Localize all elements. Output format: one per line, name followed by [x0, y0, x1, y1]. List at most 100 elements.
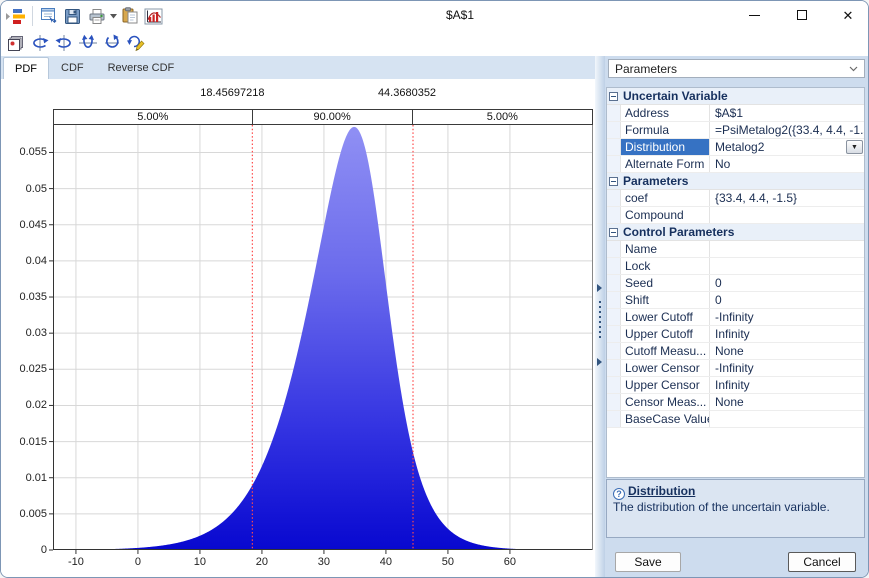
- chart-icon[interactable]: [142, 5, 165, 27]
- section-parameters[interactable]: Parameters: [607, 173, 864, 190]
- y-tick-label: 0.015: [1, 436, 47, 448]
- prop-row-lower-censor[interactable]: Lower Censor-Infinity: [607, 360, 864, 377]
- prop-row-distribution[interactable]: DistributionMetalog2▼: [607, 139, 864, 156]
- minimize-button[interactable]: [731, 1, 777, 29]
- prop-label[interactable]: Alternate Form: [621, 156, 710, 172]
- row-gutter: [607, 309, 621, 325]
- paste-icon[interactable]: [118, 5, 141, 27]
- section-control-parameters[interactable]: Control Parameters: [607, 224, 864, 241]
- prop-value[interactable]: [710, 207, 864, 223]
- prop-value[interactable]: Infinity: [710, 326, 864, 342]
- cancel-button[interactable]: Cancel: [788, 552, 856, 572]
- prop-label[interactable]: Upper Cutoff: [621, 326, 710, 342]
- print-icon[interactable]: [85, 5, 108, 27]
- percentile-band-cell-0: 5.00%: [54, 110, 253, 124]
- prop-label[interactable]: Distribution: [621, 139, 710, 155]
- prop-row-shift[interactable]: Shift0: [607, 292, 864, 309]
- prop-value[interactable]: {33.4, 4.4, -1.5}: [710, 190, 864, 206]
- prop-row-upper-cutoff[interactable]: Upper CutoffInfinity: [607, 326, 864, 343]
- parameters-view-dropdown[interactable]: Parameters: [608, 59, 865, 78]
- prop-row-basecase-value[interactable]: BaseCase Value: [607, 411, 864, 428]
- prop-value[interactable]: -Infinity: [710, 360, 864, 376]
- percentile-band-cell-1: 90.00%: [253, 110, 413, 124]
- rotate-y-right-icon[interactable]: [52, 32, 75, 54]
- prop-label[interactable]: coef: [621, 190, 710, 206]
- prop-value[interactable]: -Infinity: [710, 309, 864, 325]
- collapse-icon[interactable]: [609, 228, 618, 237]
- copy-report-icon[interactable]: [37, 5, 60, 27]
- prop-value[interactable]: Infinity: [710, 377, 864, 393]
- panel-splitter[interactable]: [595, 56, 605, 578]
- prop-label[interactable]: Cutoff Measu...: [621, 343, 710, 359]
- prop-label[interactable]: Lock: [621, 258, 710, 274]
- rotate-y-left-icon[interactable]: [28, 32, 51, 54]
- parameters-view-value: Parameters: [615, 62, 677, 76]
- prop-row-lock[interactable]: Lock: [607, 258, 864, 275]
- tab-pdf[interactable]: PDF: [3, 57, 49, 79]
- maximize-icon: [797, 10, 807, 20]
- print-dropdown-icon[interactable]: [109, 5, 118, 27]
- row-gutter: [607, 105, 621, 121]
- prop-value[interactable]: [710, 411, 864, 427]
- collapse-icon[interactable]: [609, 177, 618, 186]
- distribution-dropdown-button[interactable]: ▼: [846, 140, 863, 154]
- prop-value[interactable]: None: [710, 394, 864, 410]
- save-icon[interactable]: [61, 5, 84, 27]
- prop-value[interactable]: None: [710, 343, 864, 359]
- help-title-link[interactable]: Distribution: [628, 484, 695, 498]
- prop-label[interactable]: Name: [621, 241, 710, 257]
- prop-label[interactable]: BaseCase Value: [621, 411, 710, 427]
- prop-row-coef[interactable]: coef{33.4, 4.4, -1.5}: [607, 190, 864, 207]
- prop-value[interactable]: [710, 258, 864, 274]
- tab-cdf[interactable]: CDF: [49, 57, 96, 79]
- chevron-down-icon: [849, 66, 858, 72]
- prop-row-seed[interactable]: Seed0: [607, 275, 864, 292]
- rotate-x-icon[interactable]: [76, 32, 99, 54]
- parameters-panel: Parameters Uncertain VariableAddress$A$1…: [595, 56, 869, 578]
- prop-label[interactable]: Formula: [621, 122, 710, 138]
- rotate-z-icon[interactable]: [100, 32, 123, 54]
- prop-label[interactable]: Shift: [621, 292, 710, 308]
- maximize-button[interactable]: [779, 1, 825, 29]
- close-button[interactable]: ✕: [825, 1, 869, 29]
- row-gutter: [607, 122, 621, 138]
- prop-row-formula[interactable]: Formula=PsiMetalog2({33.4, 4.4, -1.5}): [607, 122, 864, 139]
- prop-label[interactable]: Lower Censor: [621, 360, 710, 376]
- prop-row-cutoff-measu[interactable]: Cutoff Measu...None: [607, 343, 864, 360]
- splitter-collapse-bottom-icon: [597, 358, 602, 366]
- prop-row-compound[interactable]: Compound: [607, 207, 864, 224]
- prop-value[interactable]: No: [710, 156, 864, 172]
- prop-label[interactable]: Lower Cutoff: [621, 309, 710, 325]
- save-button[interactable]: Save: [615, 552, 681, 572]
- pdf-plot: [53, 125, 593, 550]
- title-bar: $A$1 ✕: [1, 1, 868, 29]
- percentile-band-cell-2: 5.00%: [413, 110, 592, 124]
- section-uncertain-variable[interactable]: Uncertain Variable: [607, 88, 864, 105]
- prop-label[interactable]: Upper Censor: [621, 377, 710, 393]
- prop-row-name[interactable]: Name: [607, 241, 864, 258]
- x-tick-label: 20: [256, 556, 268, 568]
- gallery-icon[interactable]: [4, 32, 27, 54]
- upper-percentile-value: 44.3680352: [378, 87, 436, 99]
- prop-label[interactable]: Compound: [621, 207, 710, 223]
- prop-value[interactable]: 0: [710, 292, 864, 308]
- annotate-undo-icon[interactable]: [124, 32, 147, 54]
- app-logo-icon[interactable]: [4, 5, 27, 27]
- prop-row-address[interactable]: Address$A$1: [607, 105, 864, 122]
- prop-value[interactable]: =PsiMetalog2({33.4, 4.4, -1.5}): [710, 122, 864, 138]
- section-title: Control Parameters: [621, 225, 864, 239]
- prop-value[interactable]: [710, 241, 864, 257]
- prop-row-alternate-form[interactable]: Alternate FormNo: [607, 156, 864, 173]
- row-gutter: [607, 207, 621, 223]
- prop-value[interactable]: $A$1: [710, 105, 864, 121]
- prop-row-lower-cutoff[interactable]: Lower Cutoff-Infinity: [607, 309, 864, 326]
- prop-value[interactable]: Metalog2▼: [710, 139, 864, 155]
- prop-row-censor-meas[interactable]: Censor Meas...None: [607, 394, 864, 411]
- prop-label[interactable]: Seed: [621, 275, 710, 291]
- prop-label[interactable]: Censor Meas...: [621, 394, 710, 410]
- prop-value[interactable]: 0: [710, 275, 864, 291]
- prop-row-upper-censor[interactable]: Upper CensorInfinity: [607, 377, 864, 394]
- collapse-icon[interactable]: [609, 92, 618, 101]
- prop-label[interactable]: Address: [621, 105, 710, 121]
- tab-reverse-cdf[interactable]: Reverse CDF: [96, 57, 187, 79]
